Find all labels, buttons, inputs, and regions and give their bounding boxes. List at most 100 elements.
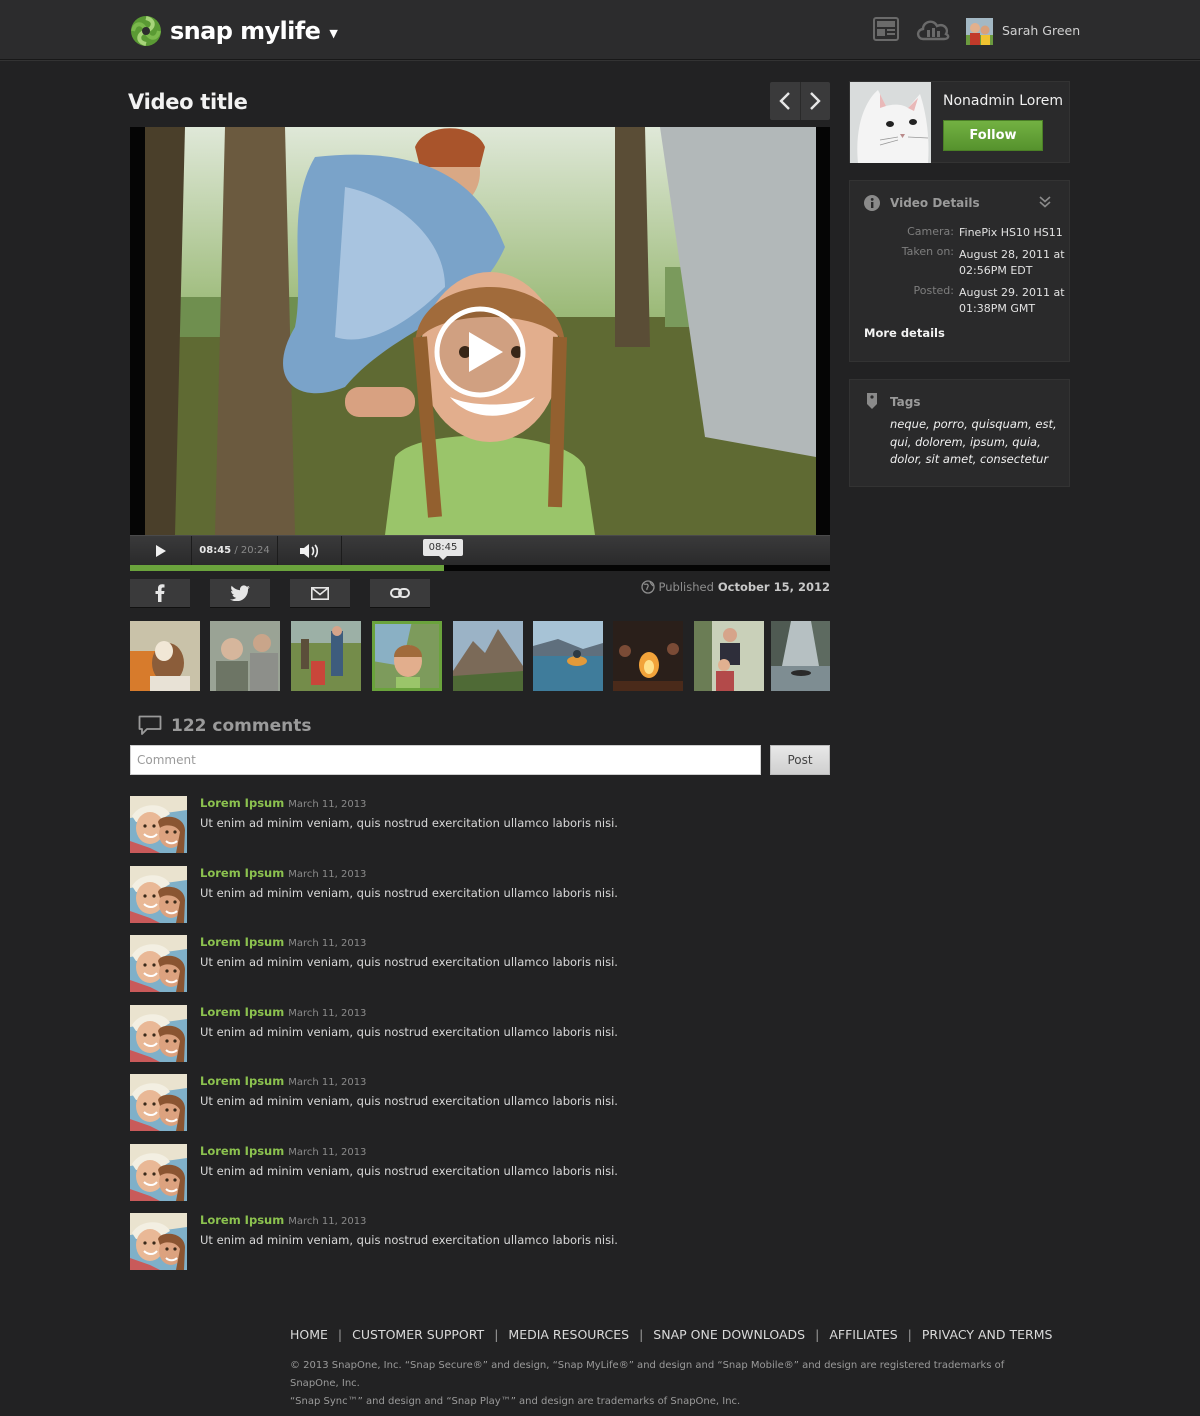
top-bar: snap mylife ▼ Sarah Green <box>0 0 1200 60</box>
comment-author-name[interactable]: Lorem Ipsum <box>200 935 284 949</box>
share-email-button[interactable] <box>290 579 350 608</box>
comment-date: March 11, 2013 <box>288 938 367 949</box>
play-button[interactable] <box>130 536 192 565</box>
comment-author[interactable]: Lorem Ipsum March 11, 2013 <box>200 1213 366 1227</box>
footer-separator: | <box>815 1327 820 1342</box>
comment-author-name[interactable]: Lorem Ipsum <box>200 1074 284 1088</box>
thumbnail[interactable] <box>210 621 280 691</box>
taken-on-value: August 28, 2011 at 02:56PM EDT <box>959 248 1065 277</box>
tags-list[interactable]: neque, porro, quisquam, est, qui, dolore… <box>890 416 1060 469</box>
posted-value: August 29. 2011 at 01:38PM GMT <box>959 286 1065 315</box>
comment-author-name[interactable]: Lorem Ipsum <box>200 796 284 810</box>
footer-link[interactable]: HOME <box>290 1327 328 1342</box>
follow-button[interactable]: Follow <box>943 120 1043 151</box>
commenter-avatar[interactable] <box>130 796 187 853</box>
comments-header: 122 comments <box>138 715 311 736</box>
comment-text: Ut enim ad minim veniam, quis nostrud ex… <box>200 816 618 830</box>
thumbnail[interactable] <box>130 621 200 691</box>
twitter-icon <box>230 585 250 601</box>
video-player[interactable] <box>130 127 830 535</box>
news-icon[interactable] <box>872 15 900 43</box>
volume-button[interactable] <box>278 536 342 565</box>
comment-author[interactable]: Lorem Ipsum March 11, 2013 <box>200 1144 366 1158</box>
footer-link[interactable]: SNAP ONE DOWNLOADS <box>653 1327 805 1342</box>
thumbnail[interactable] <box>453 621 523 691</box>
thumbnail[interactable] <box>533 621 603 691</box>
commenter-avatar[interactable] <box>130 1213 187 1270</box>
progress-bar[interactable] <box>130 565 830 571</box>
posted-label: Posted: <box>913 284 954 297</box>
comment-item: Lorem Ipsum March 11, 2013 Ut enim ad mini… <box>130 796 830 854</box>
thumbnail-strip <box>130 621 830 691</box>
more-details-link[interactable]: More details <box>864 326 945 340</box>
link-icon <box>390 588 410 598</box>
next-button[interactable] <box>799 82 831 120</box>
share-twitter-button[interactable] <box>210 579 270 608</box>
thumbnail[interactable] <box>694 621 764 691</box>
share-facebook-button[interactable] <box>130 579 190 608</box>
time-separator: / <box>231 545 241 556</box>
published-date: October 15, 2012 <box>717 580 830 594</box>
current-time: 08:45 <box>199 545 232 556</box>
thumbnail[interactable] <box>771 621 830 691</box>
commenter-avatar[interactable] <box>130 1074 187 1131</box>
footer-link[interactable]: MEDIA RESOURCES <box>508 1327 629 1342</box>
play-icon[interactable] <box>433 305 527 399</box>
page-title: Video title <box>128 90 248 114</box>
comment-date: March 11, 2013 <box>288 1216 367 1227</box>
comment-author[interactable]: Lorem Ipsum March 11, 2013 <box>200 866 366 880</box>
comment-item: Lorem Ipsum March 11, 2013 Ut enim ad mini… <box>130 935 830 993</box>
user-name[interactable]: Sarah Green <box>1002 23 1080 38</box>
comment-date: March 11, 2013 <box>288 1077 367 1088</box>
cloud-icon[interactable] <box>914 15 952 43</box>
brand-logo[interactable]: snap mylife ▼ <box>129 13 338 49</box>
media-navigation <box>770 82 830 120</box>
thumbnail-active[interactable] <box>372 621 442 691</box>
chevron-left-icon <box>779 92 790 110</box>
footer-separator: | <box>494 1327 499 1342</box>
footer-link[interactable]: CUSTOMER SUPPORT <box>352 1327 484 1342</box>
comment-item: Lorem Ipsum March 11, 2013 Ut enim ad mini… <box>130 1004 830 1063</box>
published-info: Published October 15, 2012 <box>640 580 830 594</box>
comment-author[interactable]: Lorem Ipsum March 11, 2013 <box>200 1074 366 1088</box>
time-tooltip: 08:45 <box>423 539 463 560</box>
commenter-avatar[interactable] <box>130 935 187 992</box>
copy-link-button[interactable] <box>370 579 430 608</box>
comment-input[interactable] <box>130 745 761 775</box>
footer-link[interactable]: AFFILIATES <box>829 1327 897 1342</box>
globe-icon <box>640 580 655 594</box>
comment-bubble-icon <box>138 715 162 735</box>
camera-label: Camera: <box>907 225 954 238</box>
commenter-avatar[interactable] <box>130 1143 187 1201</box>
commenter-avatar[interactable] <box>130 1004 187 1062</box>
footer-copyright: © 2013 SnapOne, Inc. “Snap Secure®” and … <box>290 1357 1030 1411</box>
comment-date: March 11, 2013 <box>288 868 367 880</box>
comment-author-name[interactable]: Lorem Ipsum <box>200 866 284 880</box>
copyright-line-1: © 2013 SnapOne, Inc. “Snap Secure®” and … <box>290 1360 1005 1389</box>
uploader-name[interactable]: Nonadmin Lorem <box>943 93 1063 109</box>
thumbnail[interactable] <box>291 621 361 691</box>
footer-link[interactable]: PRIVACY AND TERMS <box>922 1327 1053 1342</box>
comments-count: 122 comments <box>171 715 312 736</box>
comment-author[interactable]: Lorem Ipsum March 11, 2013 <box>200 1005 366 1019</box>
comment-author[interactable]: Lorem Ipsum March 11, 2013 <box>200 796 366 810</box>
post-button[interactable]: Post <box>770 745 830 775</box>
camera-value: FinePix HS10 HS11 <box>959 226 1063 239</box>
chevron-down-icon[interactable]: ▼ <box>329 27 337 40</box>
commenter-avatar[interactable] <box>130 865 187 923</box>
previous-button[interactable] <box>770 82 800 120</box>
thumbnail[interactable] <box>613 621 683 691</box>
comment-author-name[interactable]: Lorem Ipsum <box>200 1213 284 1227</box>
footer-links: HOME | CUSTOMER SUPPORT | MEDIA RESOURCES | SN… <box>290 1327 1052 1342</box>
comment-author-name[interactable]: Lorem Ipsum <box>200 1144 284 1158</box>
taken-on-label: Taken on: <box>901 245 954 258</box>
uploader-avatar[interactable] <box>850 82 931 163</box>
tags-title: Tags <box>890 395 921 409</box>
comment-item: Lorem Ipsum March 11, 2013 Ut enim ad mini… <box>130 865 830 924</box>
double-chevron-down-icon[interactable] <box>1039 196 1051 208</box>
user-avatar[interactable] <box>966 18 993 45</box>
comment-author-name[interactable]: Lorem Ipsum <box>200 1005 284 1019</box>
copyright-line-2: “Snap Sync™” and design and “Snap Play™”… <box>290 1396 741 1407</box>
comment-author[interactable]: Lorem Ipsum March 11, 2013 <box>200 935 366 949</box>
progress-fill <box>130 565 444 571</box>
